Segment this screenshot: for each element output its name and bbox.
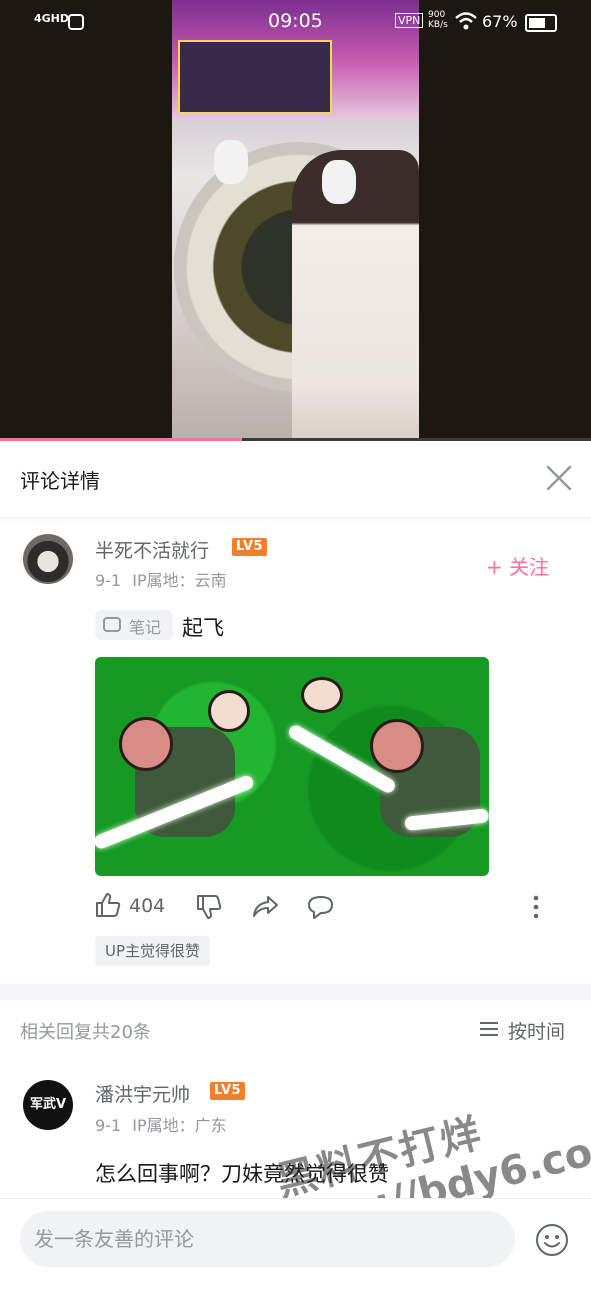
note-icon [103,617,121,632]
reply-username[interactable]: 潘洪宇元帅 [95,1080,190,1107]
comment-username[interactable]: 半死不活就行 [95,536,209,563]
comment-image[interactable] [95,657,489,876]
zombie-right [345,697,485,867]
video-frame [172,0,419,440]
girl-face-right [301,677,343,713]
reply-date: 9-1 [95,1116,122,1135]
level-badge: LV5 [210,1082,246,1100]
section-divider [0,984,591,1000]
glove-left [214,140,248,184]
page-title: 评论详情 [20,469,100,493]
dislike-icon[interactable] [196,894,222,920]
wifi-icon [455,12,477,30]
follow-button[interactable]: + 关注 [486,551,549,580]
reply-ip-location: IP属地：广东 [132,1116,227,1135]
avatar[interactable] [23,534,73,584]
comment-text: 起飞 [182,616,224,640]
level-badge: LV5 [232,538,268,556]
comment-date: 9-1 [95,571,122,590]
network-speed: 900 KB/s [428,10,448,30]
comment-meta: 9-1 IP属地：云南 [95,567,227,591]
girl-face-left [208,690,250,732]
video-player[interactable] [0,0,591,440]
avatar[interactable]: 军武V [23,1080,73,1130]
glove-right [322,160,356,204]
vpn-indicator: VPN [395,13,424,28]
comment-ip-location: IP属地：云南 [132,571,227,590]
status-bar: 4GHD 09:05 VPN 900 KB/s 67% [0,0,591,44]
comment-input-bar [0,1198,591,1281]
comment-actions: 404 [95,890,555,924]
arcade-screen [178,40,332,114]
close-icon[interactable] [544,463,574,493]
reply-text: 怎么回事啊？刀妹竟然觉得很赞 [95,1162,389,1186]
battery-icon [525,14,557,32]
player-figure [292,150,419,440]
note-tag[interactable]: 笔记 [95,610,173,640]
share-icon[interactable] [252,894,280,920]
sort-icon [480,1022,498,1036]
comment-detail-header: 评论详情 [0,441,591,517]
sort-label: 按时间 [508,1021,566,1043]
replies-count: 相关回复共20条 [20,1022,151,1043]
battery-percent: 67% [482,12,518,31]
more-icon[interactable] [531,894,541,920]
app-notification-icon [68,14,84,30]
status-time: 09:05 [268,10,323,32]
emoji-icon[interactable] [535,1223,569,1257]
reply-icon[interactable] [307,894,335,920]
watermark-line1: 黑料不打烊 [272,1110,488,1206]
note-tag-label: 笔记 [129,618,162,637]
like-icon[interactable] [95,892,121,918]
network-indicator: 4GHD [34,12,70,25]
reply-meta: 9-1 IP属地：广东 [95,1112,227,1136]
up-liked-tag: UP主觉得很赞 [95,936,211,966]
like-count: 404 [129,895,166,917]
comment-input[interactable] [20,1211,515,1267]
